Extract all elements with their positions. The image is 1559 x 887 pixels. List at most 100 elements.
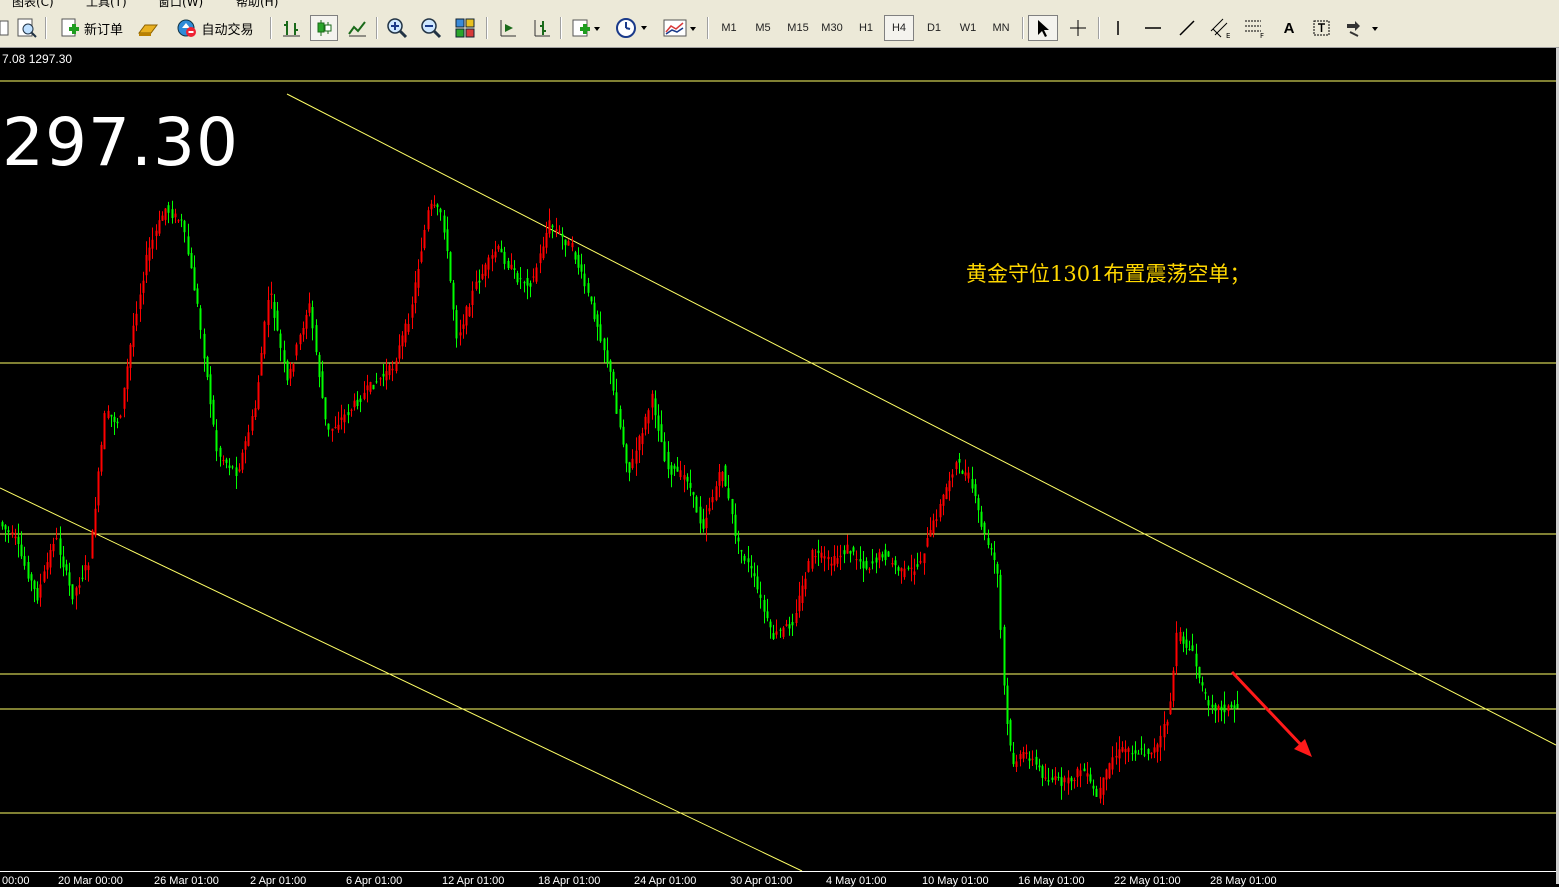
candle-body — [651, 393, 654, 408]
horizontal-line-tool-button[interactable] — [1138, 15, 1168, 41]
candle-body — [715, 486, 718, 501]
candle-body — [491, 255, 494, 259]
candle-body — [97, 471, 100, 506]
candle-body — [747, 558, 750, 563]
trendline-tool-button[interactable] — [1172, 15, 1202, 41]
candle-body — [190, 253, 193, 269]
chart-header-info: 7.08 1297.30 — [2, 52, 73, 66]
candle-body — [1118, 749, 1121, 759]
candle-body — [526, 278, 529, 286]
zoom-out-button[interactable] — [418, 15, 444, 41]
timeframe-mn[interactable]: MN — [986, 15, 1016, 41]
zoom-search-button[interactable] — [14, 15, 40, 41]
candle-body — [958, 459, 961, 463]
channel-tool-button[interactable]: E — [1206, 15, 1236, 41]
candle-body — [759, 594, 762, 598]
candle-body — [1124, 748, 1127, 753]
candle-body — [980, 511, 983, 527]
candle-body — [334, 427, 337, 428]
candle-body — [849, 551, 852, 554]
metaeditor-button[interactable] — [134, 15, 162, 41]
candle-body — [1092, 785, 1095, 789]
upper-trend-line[interactable] — [286, 93, 1556, 746]
chart-shift-button[interactable] — [528, 15, 554, 41]
lower-trend-line[interactable] — [0, 487, 803, 871]
candle-body — [353, 400, 356, 408]
print-preview-button[interactable] — [0, 15, 10, 41]
candle-body — [756, 576, 759, 590]
candle-body — [683, 475, 686, 480]
candle-body — [1191, 645, 1194, 651]
menu-chart[interactable]: 图表(C) — [12, 0, 54, 8]
crosshair-tool-button[interactable] — [1064, 15, 1092, 41]
candle-body — [14, 536, 17, 539]
candle-body — [414, 282, 417, 303]
templates-dropdown[interactable] — [660, 15, 700, 41]
timeframe-h4[interactable]: H4 — [884, 15, 914, 41]
candle-body — [763, 600, 766, 612]
candle-body — [171, 209, 174, 218]
candle-body — [1150, 752, 1153, 755]
menu-window[interactable]: 窗口(W) — [158, 0, 203, 8]
candle-body — [686, 476, 689, 482]
candle-body — [830, 563, 833, 566]
candle-body — [36, 588, 39, 601]
indicators-dropdown[interactable] — [568, 15, 604, 41]
candle-body — [87, 565, 90, 570]
candle-body — [1134, 750, 1137, 754]
candlestick-icon — [317, 20, 332, 36]
candle-body — [110, 414, 113, 417]
timeframe-m1[interactable]: M1 — [714, 15, 744, 41]
candlestick-button[interactable] — [310, 15, 338, 41]
periods-dropdown[interactable] — [612, 15, 652, 41]
candle-body — [583, 273, 586, 287]
line-chart-button[interactable] — [344, 15, 370, 41]
zoom-in-button[interactable] — [384, 15, 410, 41]
candle-body — [807, 561, 810, 572]
autoscroll-icon — [500, 20, 516, 37]
new-order-button[interactable]: 新订单 — [52, 15, 130, 41]
line-chart-icon — [348, 21, 366, 37]
candle-body — [1169, 701, 1172, 715]
vertical-line-tool-button[interactable] — [1104, 15, 1132, 41]
candle-body — [1204, 692, 1207, 694]
toolbar: 新订单 自动交易 M1 M5 M15 M30 H1 H4 D1 W1 MN E … — [0, 8, 1559, 48]
arrows-dropdown[interactable] — [1342, 15, 1382, 41]
bar-chart-button[interactable] — [278, 15, 304, 41]
candle-body — [1217, 705, 1220, 710]
candle-body — [222, 460, 225, 462]
candle-body — [11, 532, 14, 535]
candle-body — [321, 371, 324, 398]
candle-body — [609, 360, 612, 372]
menu-help[interactable]: 帮助(H) — [236, 0, 278, 8]
candle-body — [833, 556, 836, 566]
candle-body — [567, 241, 570, 246]
tile-windows-button[interactable] — [452, 15, 478, 41]
candle-body — [1137, 753, 1140, 755]
candle-body — [475, 281, 478, 289]
price-chart[interactable]: 7.08 1297.30 297.30 黄金守位1301布置震荡空单； 00:0… — [0, 48, 1559, 887]
auto-trade-button[interactable]: 自动交易 — [168, 15, 262, 41]
menu-tools[interactable]: 工具(T) — [86, 0, 127, 8]
timeframe-w1[interactable]: W1 — [953, 15, 983, 41]
timeframe-d1[interactable]: D1 — [919, 15, 949, 41]
cursor-tool-button[interactable] — [1028, 15, 1058, 41]
autoscroll-button[interactable] — [494, 15, 520, 41]
candle-body — [100, 444, 103, 472]
time-label: 28 May 01:00 — [1210, 875, 1277, 887]
candle-body — [155, 230, 158, 236]
timeframe-m15[interactable]: M15 — [782, 15, 814, 41]
timeframe-m5[interactable]: M5 — [748, 15, 778, 41]
time-label: 6 Apr 01:00 — [346, 875, 403, 887]
candle-body — [718, 472, 721, 486]
candle-body — [788, 624, 791, 629]
timeframe-h1[interactable]: H1 — [851, 15, 881, 41]
timeframe-m30[interactable]: M30 — [816, 15, 848, 41]
text-tool-button[interactable]: A — [1276, 15, 1302, 41]
fibonacci-tool-button[interactable]: F — [1240, 15, 1270, 41]
text-label-tool-button[interactable] — [1308, 15, 1336, 41]
candle-body — [772, 633, 775, 639]
candle-body — [1179, 632, 1182, 642]
candle-body — [916, 564, 919, 567]
candle-body — [78, 585, 81, 588]
